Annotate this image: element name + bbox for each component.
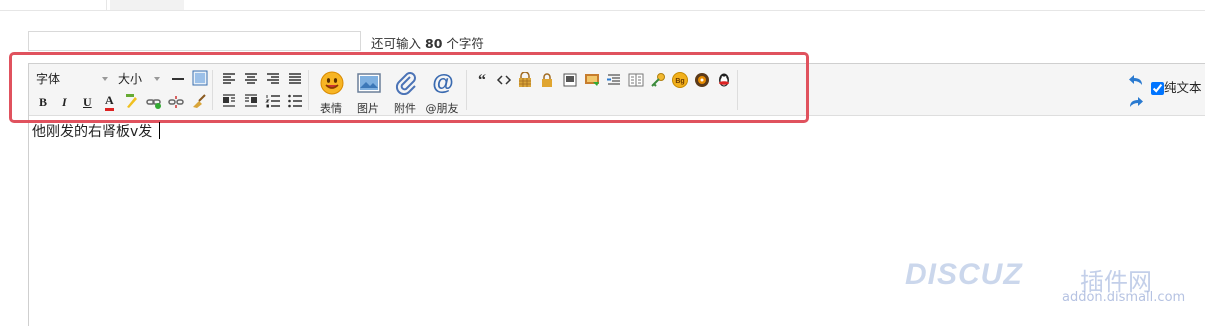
unordered-list-icon[interactable]	[287, 93, 303, 109]
align-left-icon[interactable]	[221, 71, 237, 87]
toolbar-separator	[212, 70, 213, 110]
align-justify-icon[interactable]	[287, 71, 303, 87]
smiley-icon	[320, 71, 344, 95]
toolbar-separator	[737, 70, 738, 110]
mention-label: @朋友	[425, 102, 459, 115]
watermark-url: addon.dismall.com	[1062, 290, 1186, 305]
bold-button[interactable]: B	[39, 95, 47, 110]
chevron-down-icon	[154, 77, 160, 81]
svg-text:Bg: Bg	[675, 78, 684, 85]
horizontal-rule-icon[interactable]	[170, 71, 186, 87]
tab-inactive[interactable]	[110, 0, 184, 10]
ordered-list-icon[interactable]	[265, 93, 281, 109]
redo-icon[interactable]	[1128, 95, 1144, 111]
size-select[interactable]: 大小	[118, 71, 160, 87]
image-icon	[357, 71, 381, 95]
hint-prefix: 还可输入	[371, 36, 422, 51]
link-icon[interactable]	[146, 94, 162, 110]
font-color-button[interactable]: A	[105, 93, 114, 111]
toolbar-separator	[466, 70, 467, 110]
font-select[interactable]: 字体	[36, 71, 108, 87]
char-remaining-hint: 还可输入 80 个字符	[371, 33, 484, 52]
image-label: 图片	[357, 102, 379, 115]
at-sign-icon: @	[431, 70, 455, 95]
undo-icon[interactable]	[1128, 73, 1144, 89]
text-caret	[159, 122, 160, 139]
underline-button[interactable]: U	[83, 95, 92, 110]
subject-input[interactable]	[28, 31, 361, 51]
watermark-logo: DISCUZ	[905, 258, 1023, 291]
align-center-icon[interactable]	[243, 71, 259, 87]
attachment-label: 附件	[394, 102, 416, 115]
page-break-icon[interactable]	[606, 72, 622, 88]
hint-suffix: 个字符	[446, 36, 484, 51]
lock-icon[interactable]	[539, 72, 555, 88]
chevron-down-icon	[102, 77, 108, 81]
hidden-content-icon[interactable]	[517, 72, 533, 88]
insert-media-icon[interactable]	[584, 72, 600, 88]
plain-text-label: 纯文本	[1164, 80, 1202, 95]
background-color-icon[interactable]: Bg	[672, 72, 688, 88]
font-select-label: 字体	[36, 72, 61, 86]
table-icon[interactable]	[192, 70, 208, 86]
size-select-label: 大小	[118, 72, 143, 86]
italic-button[interactable]: I	[62, 95, 67, 110]
highlight-color-icon[interactable]	[124, 93, 140, 109]
quote-icon[interactable]: “	[474, 72, 490, 88]
index-icon[interactable]	[628, 72, 644, 88]
qq-penguin-icon[interactable]	[716, 72, 732, 88]
emoticon-label: 表情	[320, 102, 342, 115]
editor-content: 他刚发的右肾板v发	[32, 124, 153, 140]
plain-text-checkbox[interactable]	[1151, 82, 1164, 95]
code-icon[interactable]	[496, 72, 512, 88]
flash-icon[interactable]	[694, 72, 710, 88]
clear-format-icon[interactable]	[191, 93, 207, 109]
hint-count: 80	[425, 36, 443, 51]
password-key-icon[interactable]	[650, 72, 666, 88]
float-left-icon[interactable]	[221, 93, 237, 109]
toolbar-separator	[308, 70, 309, 110]
free-content-icon[interactable]	[562, 72, 578, 88]
align-right-icon[interactable]	[265, 71, 281, 87]
svg-text:“: “	[478, 72, 486, 88]
svg-text:@: @	[432, 71, 453, 95]
unlink-icon[interactable]	[168, 94, 184, 110]
float-right-icon[interactable]	[243, 93, 259, 109]
paperclip-icon	[394, 71, 418, 96]
tab-active[interactable]	[34, 0, 107, 10]
